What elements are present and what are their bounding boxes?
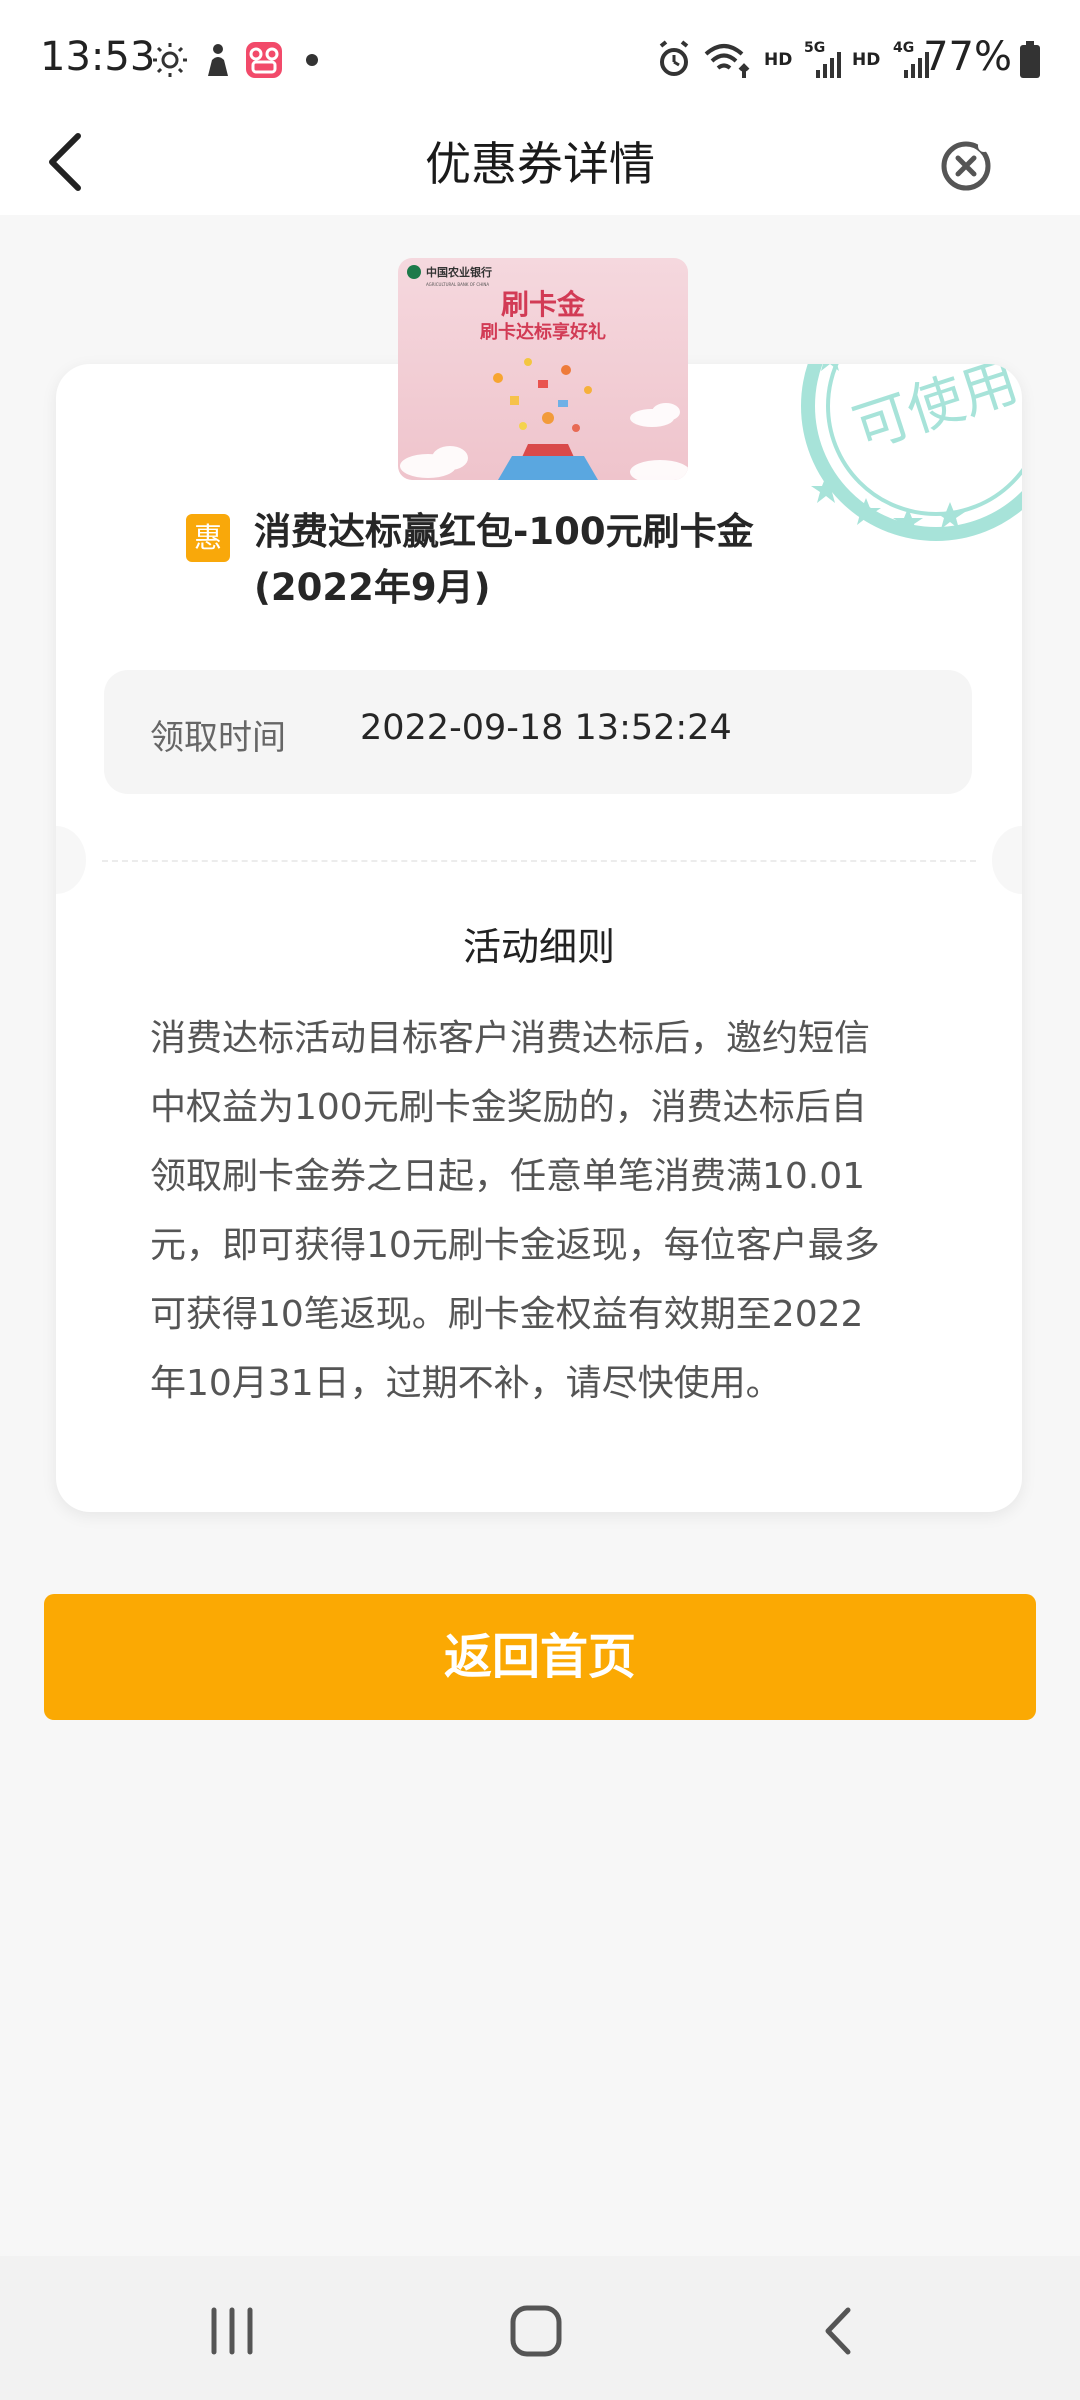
bank-name-en: AGRICULTURAL BANK OF CHINA bbox=[426, 282, 489, 287]
person-icon bbox=[208, 44, 228, 76]
bank-name: 中国农业银行 bbox=[426, 265, 492, 279]
coupon-title: 消费达标赢红包-100元刷卡金 (2022年9月) bbox=[254, 504, 854, 616]
coupon-title-line1: 消费达标赢红包-100元刷卡金 bbox=[254, 510, 754, 553]
receive-time-label: 领取时间 bbox=[150, 718, 286, 758]
status-bar: 13:53 HD 5G HD 4G 77% bbox=[0, 0, 1080, 110]
nav-bar: 优惠券详情 bbox=[0, 110, 1080, 215]
rules-line: 年10月31日，过期不补，请尽快使用。 bbox=[150, 1363, 782, 1404]
close-button[interactable] bbox=[932, 124, 1000, 200]
rules-line: 可获得10笔返现。刷卡金权益有效期至2022 bbox=[150, 1294, 864, 1335]
recent-apps-icon bbox=[211, 2307, 253, 2355]
app-icon bbox=[246, 42, 282, 78]
stamp-text: 可使用 bbox=[846, 364, 1022, 462]
status-time: 13:53 bbox=[40, 34, 156, 80]
rules-line: 消费达标活动目标客户消费达标后，邀约短信 bbox=[150, 1018, 871, 1059]
rules-text: 消费达标活动目标客户消费达标后，邀约短信 中权益为100元刷卡金奖励的，消费达标… bbox=[150, 1004, 940, 1418]
screen: 13:53 HD 5G HD 4G 77% 优惠券详情 可使用 惠 消费达标赢红… bbox=[0, 0, 1080, 2400]
dot-icon bbox=[306, 54, 318, 66]
close-circle-icon bbox=[941, 140, 991, 191]
coupon-image-headline: 刷卡金 bbox=[501, 288, 586, 321]
rules-line: 中权益为100元刷卡金奖励的，消费达标后自 bbox=[150, 1087, 867, 1128]
rules-line: 元，即可获得10元刷卡金返现，每位客户最多 bbox=[150, 1225, 880, 1266]
recent-apps-button[interactable] bbox=[192, 2296, 272, 2366]
return-home-button[interactable]: 返回首页 bbox=[44, 1594, 1036, 1720]
hd-label-1: HD bbox=[764, 50, 793, 70]
card-divider bbox=[102, 860, 976, 862]
battery-percent: 77% bbox=[923, 34, 1012, 80]
card-notch-right bbox=[992, 826, 1022, 894]
coupon-card: 可使用 惠 消费达标赢红包-100元刷卡金 (2022年9月) 领取时间 202… bbox=[56, 364, 1022, 1512]
wifi-icon bbox=[704, 44, 750, 78]
home-nav-button[interactable] bbox=[496, 2296, 576, 2366]
receive-time-value: 2022-09-18 13:52:24 bbox=[360, 708, 732, 748]
sun-icon bbox=[153, 43, 187, 77]
hd-label-2: HD bbox=[852, 50, 881, 70]
card-notch-left bbox=[56, 826, 86, 894]
alarm-icon bbox=[659, 40, 689, 76]
back-nav-button[interactable] bbox=[800, 2296, 880, 2366]
coupon-image-subheadline: 刷卡达标享好礼 bbox=[480, 321, 606, 343]
receive-time-box: 领取时间 2022-09-18 13:52:24 bbox=[104, 670, 972, 794]
battery-icon bbox=[1020, 41, 1040, 78]
coupon-title-line2: (2022年9月) bbox=[254, 566, 491, 609]
coupon-image: 中国农业银行 AGRICULTURAL BANK OF CHINA 刷卡金 刷卡… bbox=[398, 258, 688, 480]
discount-badge: 惠 bbox=[186, 514, 230, 562]
home-square-icon bbox=[510, 2305, 562, 2357]
bank-logo-icon bbox=[407, 265, 421, 279]
rules-title: 活动细则 bbox=[462, 925, 615, 969]
system-nav-bar bbox=[0, 2256, 1080, 2400]
rules-line: 领取刷卡金券之日起，任意单笔消费满10.01 bbox=[150, 1156, 866, 1197]
back-chevron-icon bbox=[825, 2307, 851, 2355]
status-left-icons bbox=[153, 42, 318, 78]
signal-5g-icon bbox=[816, 52, 841, 78]
page-title: 优惠券详情 bbox=[425, 137, 655, 191]
